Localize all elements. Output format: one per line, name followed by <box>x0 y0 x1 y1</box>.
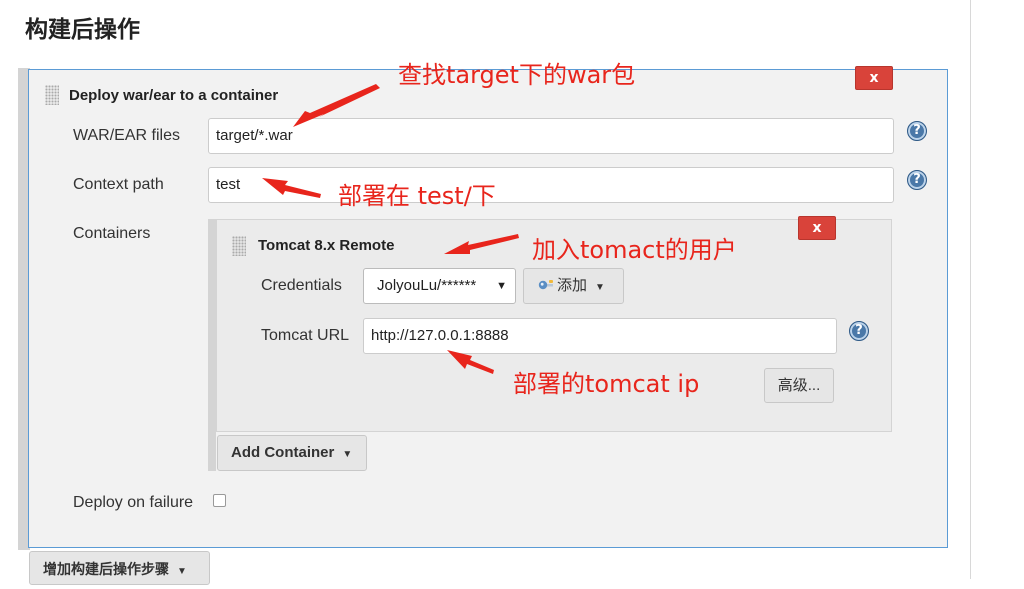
arrow-deploy-path <box>262 178 321 198</box>
annotation-arrows <box>262 84 519 374</box>
arrow-find-war <box>293 84 380 127</box>
arrow-deploy-ip <box>447 350 494 374</box>
arrow-add-user <box>444 234 519 254</box>
